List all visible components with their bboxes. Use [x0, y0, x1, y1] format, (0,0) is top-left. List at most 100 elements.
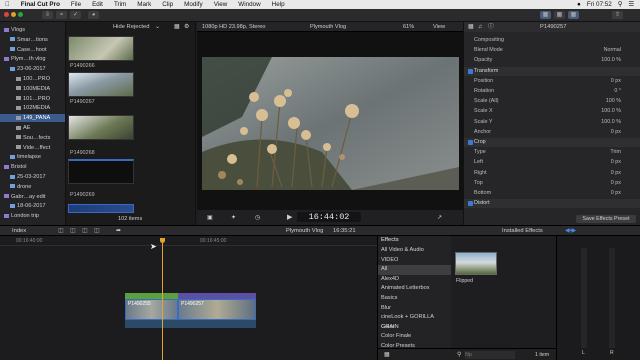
library-item[interactable]: Plym…th vlog — [0, 55, 65, 63]
inspector-param-value[interactable]: Normal — [604, 46, 621, 55]
inspector-row[interactable]: Anchor 0 px — [464, 128, 640, 137]
inspector-row[interactable]: Bottom 0 px — [464, 189, 640, 198]
inspector-row[interactable]: Compositing — [464, 36, 640, 45]
inspector-param-value[interactable]: 100 % — [606, 97, 621, 106]
import-icon[interactable]: ⇩ — [42, 11, 53, 19]
timeline-clip[interactable]: P1490255 — [125, 299, 178, 320]
effects-category-item[interactable]: All — [378, 265, 452, 275]
enable-checkbox[interactable] — [468, 68, 473, 74]
inspector-row[interactable]: Scale X 100.0 % — [464, 107, 640, 116]
clip-thumbnail[interactable] — [68, 36, 134, 61]
inspector-row[interactable]: Right 0 px — [464, 169, 640, 178]
inspector-param-value[interactable]: 0 px — [611, 179, 621, 188]
view-dropdown[interactable]: View — [433, 22, 445, 32]
minimize-window-icon[interactable] — [11, 12, 16, 17]
library-item[interactable]: Vide…ffect — [0, 144, 65, 152]
library-item[interactable]: Bristol — [0, 163, 65, 171]
effects-category-item[interactable]: Color — [378, 323, 452, 333]
overwrite-icon[interactable]: ◫ — [94, 226, 99, 236]
apple-icon[interactable]:  — [5, 1, 10, 8]
inspector-row[interactable]: Rotation 0 ° — [464, 87, 640, 96]
menu-app[interactable]: Final Cut Pro — [21, 1, 60, 8]
timeline-options-icon[interactable]: ◀▪▶ — [565, 226, 576, 236]
grid-view-icon[interactable]: ▦ — [174, 22, 179, 32]
settings-icon[interactable]: ⚙ — [184, 22, 189, 32]
timeline-ruler[interactable]: 00:16:40:00 00:16:45:00 — [0, 236, 377, 246]
effects-category-item[interactable]: Alex4D — [378, 275, 452, 285]
inspector-param-value[interactable]: 0 px — [611, 169, 621, 178]
key-icon[interactable]: ⚬ — [56, 11, 67, 19]
audio-inspector-icon[interactable]: ♫ — [478, 22, 482, 32]
timeline-clip[interactable]: P1490257 — [178, 299, 256, 320]
inspector-row[interactable]: Position 0 px — [464, 77, 640, 86]
transform-icon[interactable]: ▣ — [207, 214, 213, 221]
library-item[interactable]: 100MEDIA — [0, 85, 65, 93]
clip-thumbnail[interactable] — [68, 115, 134, 140]
effects-category-item[interactable]: Color Finale — [378, 332, 452, 342]
close-window-icon[interactable] — [4, 12, 9, 17]
menu-help[interactable]: Help — [272, 1, 285, 8]
insert-icon[interactable]: ◫ — [70, 226, 75, 236]
effects-category-item[interactable]: All Video & Audio — [378, 246, 452, 256]
zoom-window-icon[interactable] — [18, 12, 23, 17]
inspector-param-value[interactable]: 0 px — [611, 189, 621, 198]
menu-modify[interactable]: Modify — [184, 1, 203, 8]
playhead-handle[interactable] — [160, 238, 165, 243]
library-item[interactable]: 18-06-2017 — [0, 202, 65, 210]
menu-window[interactable]: Window — [238, 1, 260, 8]
inspector-param-value[interactable]: 100.0 % — [601, 107, 621, 116]
library-item[interactable]: 100…PRO — [0, 75, 65, 83]
inspector-row[interactable]: Transform — [464, 66, 640, 76]
append-icon[interactable]: ◫ — [82, 226, 87, 236]
inspector-row[interactable]: Top 0 px — [464, 179, 640, 188]
effect-thumbnail[interactable] — [455, 252, 497, 275]
save-effects-preset-button[interactable]: Save Effects Preset — [576, 215, 636, 223]
inspector-param-value[interactable]: 0 px — [611, 158, 621, 167]
library-item[interactable]: drone — [0, 183, 65, 191]
inspector-row[interactable]: Left 0 px — [464, 158, 640, 167]
filter-dropdown[interactable]: Hide Rejected — [113, 22, 149, 32]
installed-effects-dropdown[interactable]: Installed Effects — [502, 226, 543, 236]
effects-category-item[interactable]: cineLook + GORILLA GRAIN — [378, 313, 452, 330]
info-icon[interactable]: ⓘ — [488, 22, 494, 32]
background-tasks-icon[interactable]: ◕ — [88, 11, 99, 19]
menu-file[interactable]: File — [71, 1, 81, 8]
chevron-down-icon[interactable]: ⌄ — [155, 22, 160, 32]
show-browser-icon[interactable]: ▦ — [540, 11, 551, 19]
menu-clip[interactable]: Clip — [162, 1, 173, 8]
inspector-row[interactable]: Scale (All) 100 % — [464, 97, 640, 106]
playhead[interactable] — [162, 238, 163, 360]
inspector-row[interactable]: Opacity 100.0 % — [464, 56, 640, 65]
clock[interactable]: Fri 07:52 — [587, 1, 612, 8]
enable-checkbox[interactable] — [468, 140, 473, 145]
show-inspector-icon[interactable]: ▦ — [568, 11, 579, 19]
video-frame[interactable] — [202, 57, 459, 190]
connect-icon[interactable]: ◫ — [58, 226, 63, 236]
inspector-row[interactable]: Crop — [464, 138, 640, 147]
library-item[interactable]: Smar…tions — [0, 36, 65, 44]
wifi-icon[interactable]: ● — [577, 1, 581, 8]
library-item[interactable]: London trip — [0, 212, 65, 220]
inspector-row[interactable]: Scale Y 100.0 % — [464, 118, 640, 127]
effects-category-item[interactable]: Basics — [378, 294, 452, 304]
checkmark-icon[interactable]: ✓ — [70, 11, 81, 19]
menu-list-icon[interactable]: ☰ — [628, 1, 634, 8]
audio-waveform[interactable] — [125, 320, 256, 328]
clip-thumbnail[interactable] — [68, 72, 134, 97]
inspector-param-value[interactable]: 0 px — [611, 128, 621, 137]
inspector-param-value[interactable]: 0 ° — [614, 87, 621, 96]
timecode-display[interactable]: 16:44:02 — [297, 212, 361, 222]
select-tool-icon[interactable]: ➦ — [116, 226, 121, 236]
inspector-param-value[interactable]: 100.0 % — [601, 56, 621, 65]
share-icon[interactable]: ⇧ — [612, 11, 623, 19]
library-item[interactable]: 25-03-2017 — [0, 173, 65, 181]
inspector-param-value[interactable]: 0 px — [611, 77, 621, 86]
library-item[interactable]: AE — [0, 124, 65, 132]
menu-view[interactable]: View — [214, 1, 228, 8]
effects-category-item[interactable]: Blur — [378, 304, 452, 314]
library-item[interactable]: timelapse — [0, 153, 65, 161]
inspector-param-value[interactable]: Trim — [610, 148, 621, 157]
index-button[interactable]: Index — [12, 226, 26, 236]
effects-category-item[interactable]: Animated Letterbox — [378, 284, 452, 294]
timeline[interactable]: 00:16:40:00 00:16:45:00 P1490255 P149025… — [0, 236, 377, 360]
